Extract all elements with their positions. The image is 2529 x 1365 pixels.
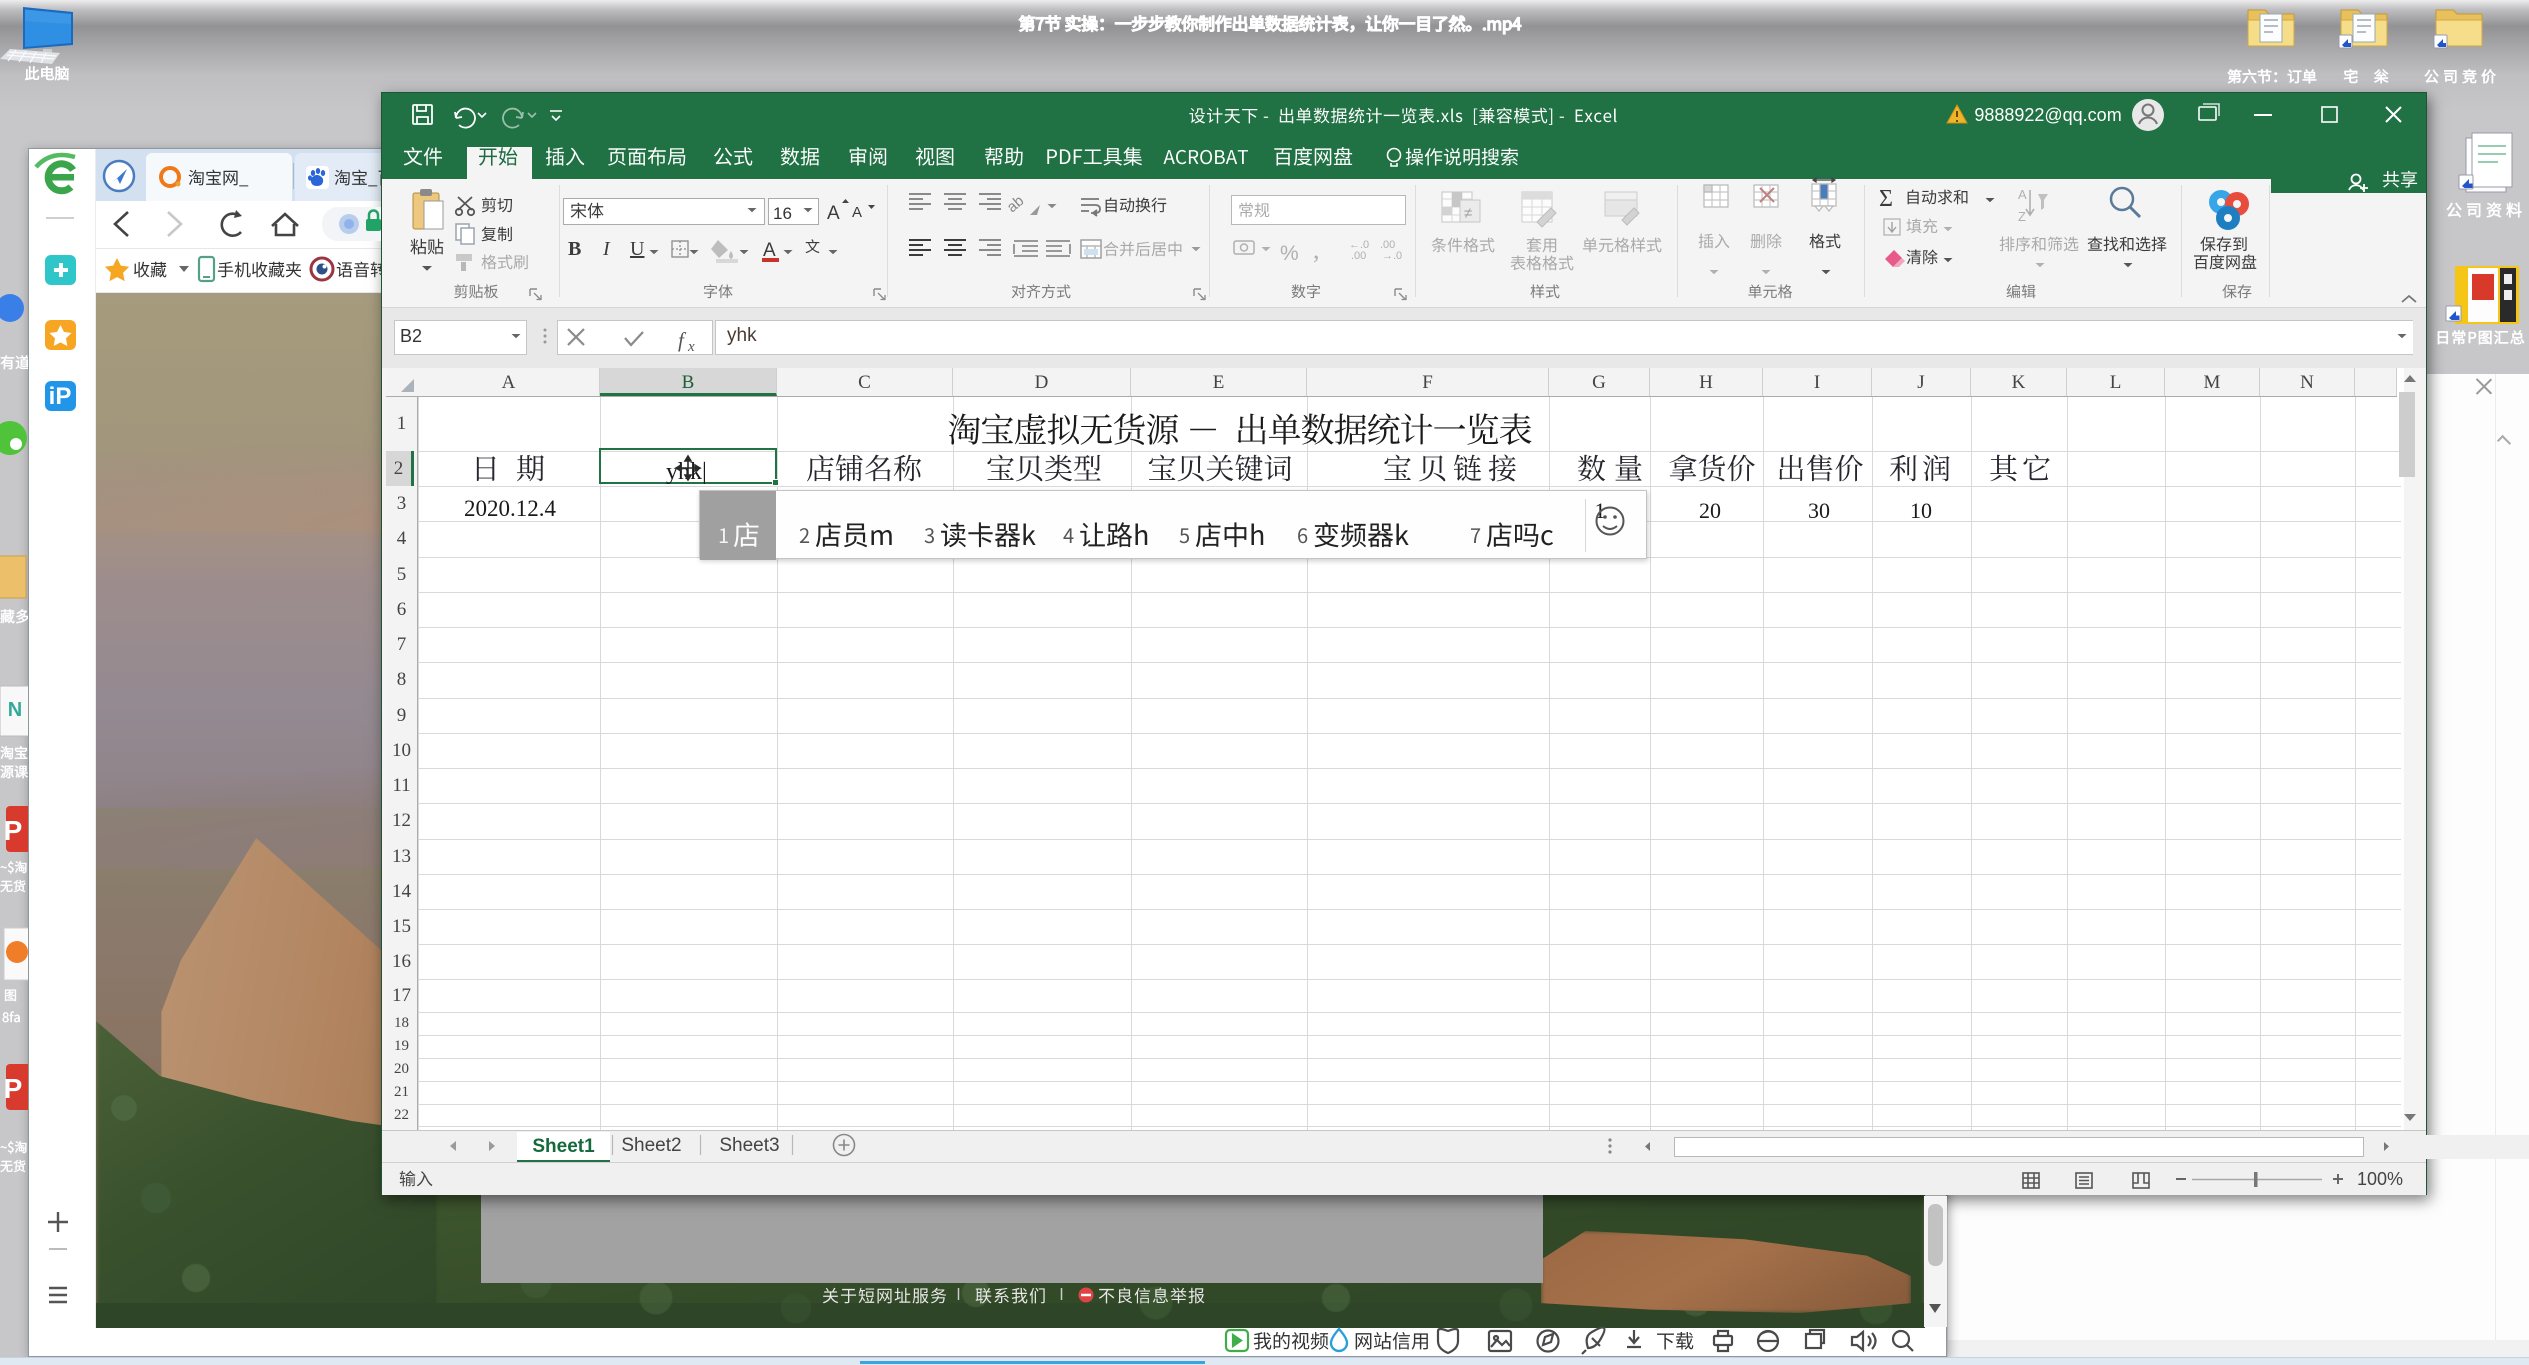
svg-text:Z: Z [2018,209,2026,224]
svg-text:A: A [827,203,840,224]
svg-text:A: A [852,204,862,221]
svg-text:P: P [4,1073,23,1104]
svg-text:A: A [763,240,776,261]
svg-text:ab: ab [1004,192,1028,216]
svg-text:Σ: Σ [1879,186,1893,212]
svg-text:x: x [687,339,695,355]
svg-text:%: % [1280,242,1299,265]
svg-text:→.0: →.0 [1382,250,1402,262]
svg-text:N: N [8,699,22,721]
svg-text:iP: iP [49,383,72,410]
svg-text:≠: ≠ [1464,205,1472,222]
svg-text:,: , [1313,235,1320,264]
svg-text:.00: .00 [1351,250,1366,262]
svg-text:A: A [2018,187,2027,202]
svg-text:f: f [678,328,687,352]
svg-text:P: P [4,815,23,846]
